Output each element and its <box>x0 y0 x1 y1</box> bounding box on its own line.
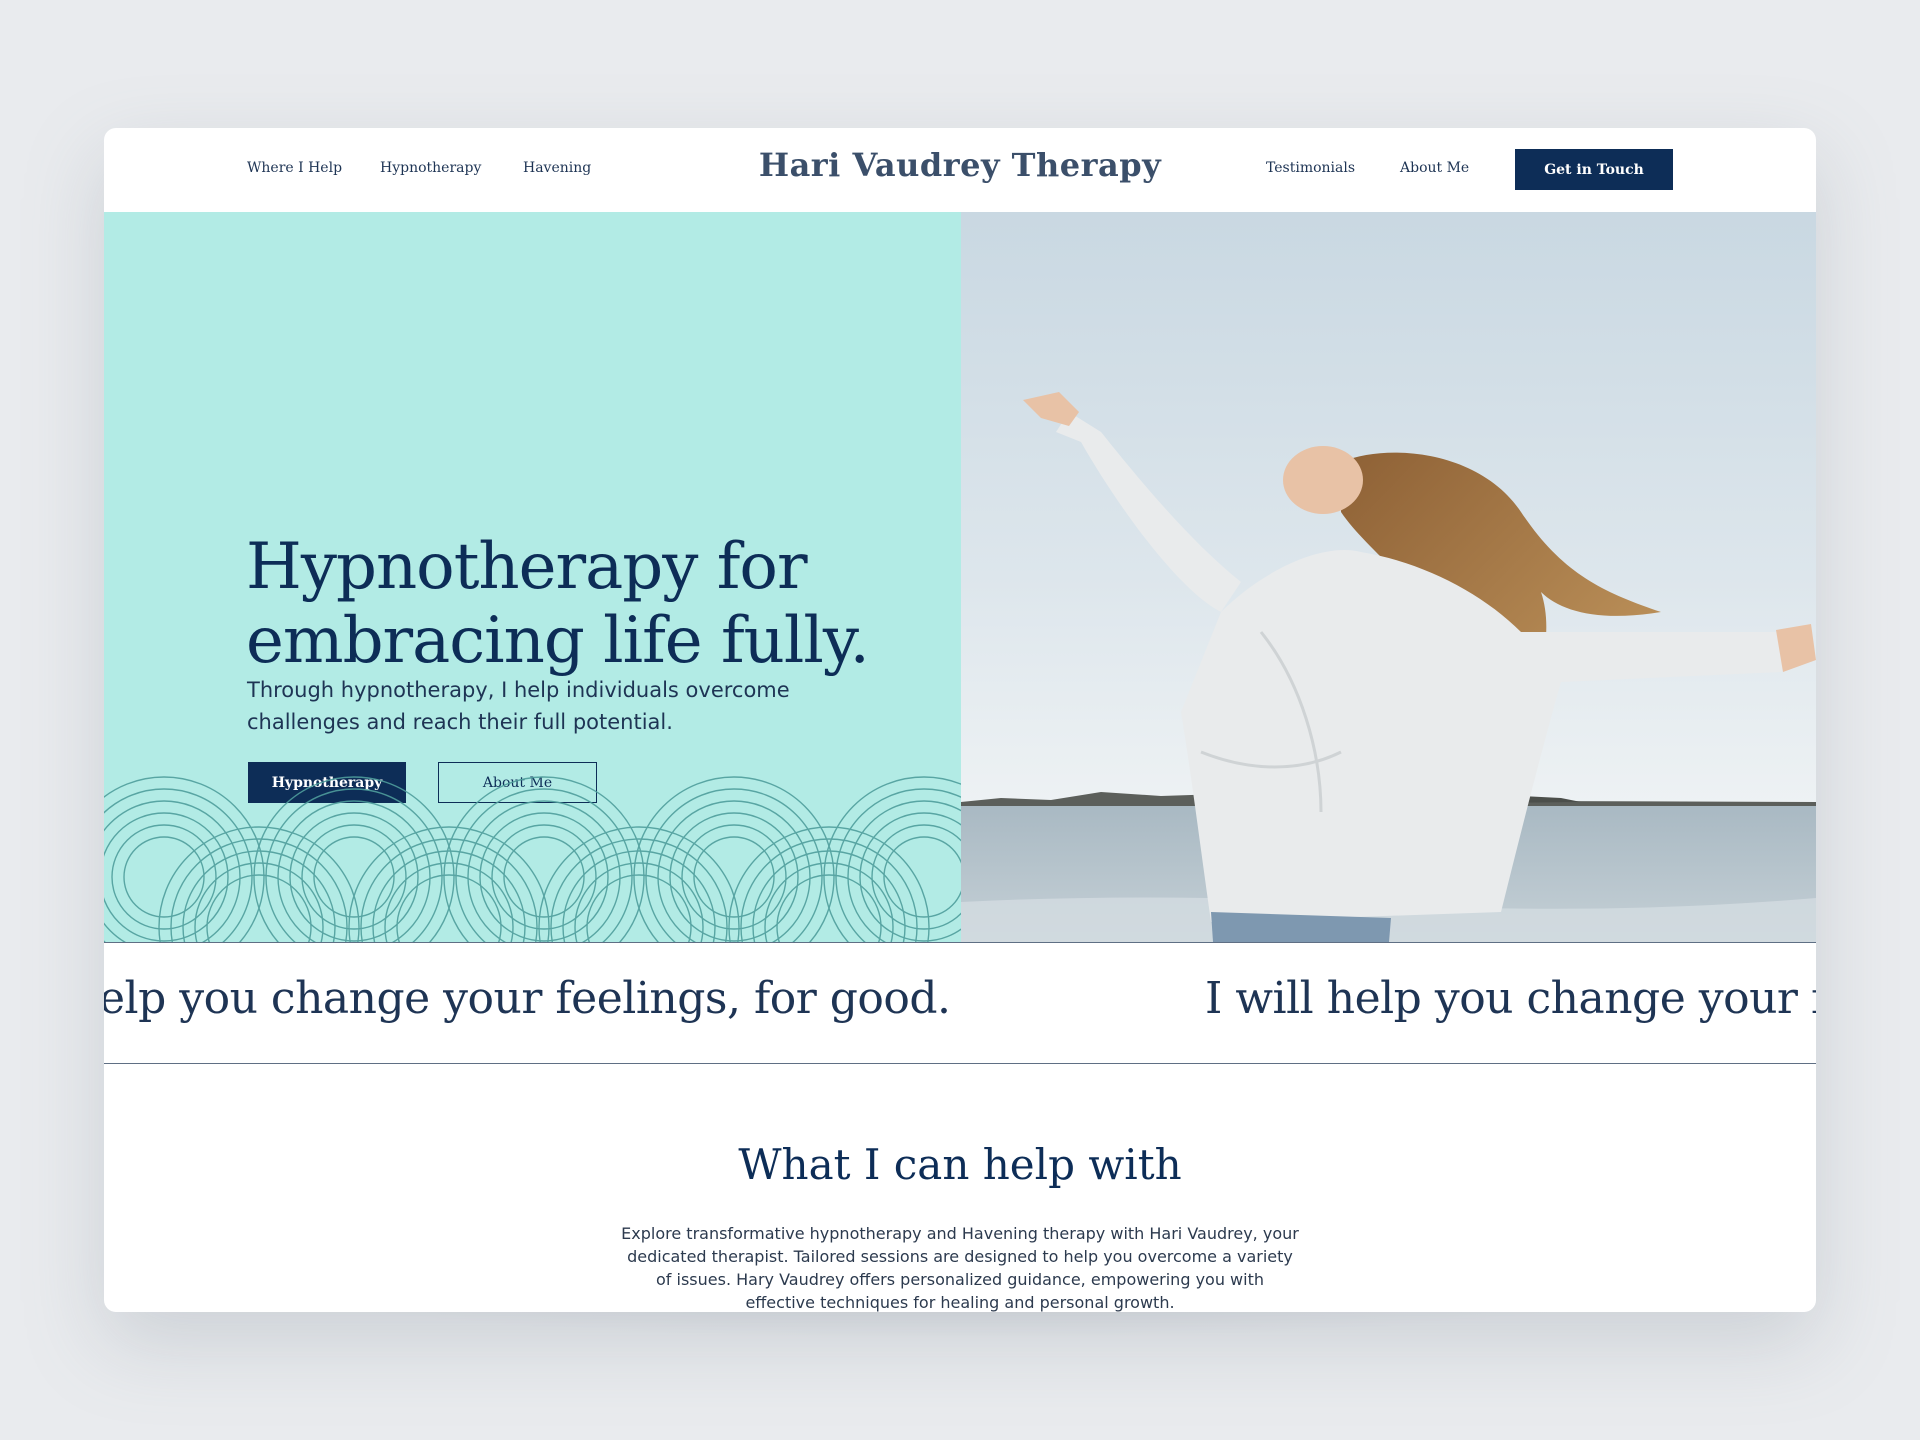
hero-title: Hypnotherapy for embracing life fully. <box>246 530 926 678</box>
scrolling-tagline-marquee: elp you change your feelings, for good. … <box>104 942 1816 1064</box>
beach-photo-illustration <box>961 212 1816 942</box>
hero-title-line-1: Hypnotherapy for <box>246 530 808 604</box>
hero-text-panel: Hypnotherapy for embracing life fully. T… <box>104 212 961 942</box>
wave-pattern-decoration <box>104 776 961 942</box>
hero-subtitle: Through hypnotherapy, I help individuals… <box>247 678 790 734</box>
section-title-what-i-can-help-with: What I can help with <box>738 1140 1182 1189</box>
section-description: Explore transformative hypnotherapy and … <box>621 1224 1299 1312</box>
nav-link-about-me[interactable]: About Me <box>1400 160 1469 176</box>
nav-link-testimonials[interactable]: Testimonials <box>1266 160 1355 176</box>
hero-photo-woman-at-beach <box>961 212 1816 942</box>
marquee-text-right: I will help you change your fee <box>1205 973 1816 1024</box>
top-navigation: Where I Help Hypnotherapy Havening Hari … <box>104 128 1816 212</box>
hero-title-line-2: embracing life fully. <box>246 604 870 678</box>
website-frame: Where I Help Hypnotherapy Havening Hari … <box>104 128 1816 1312</box>
marquee-text-left: elp you change your feelings, for good. <box>104 973 951 1024</box>
get-in-touch-button[interactable]: Get in Touch <box>1515 149 1673 190</box>
